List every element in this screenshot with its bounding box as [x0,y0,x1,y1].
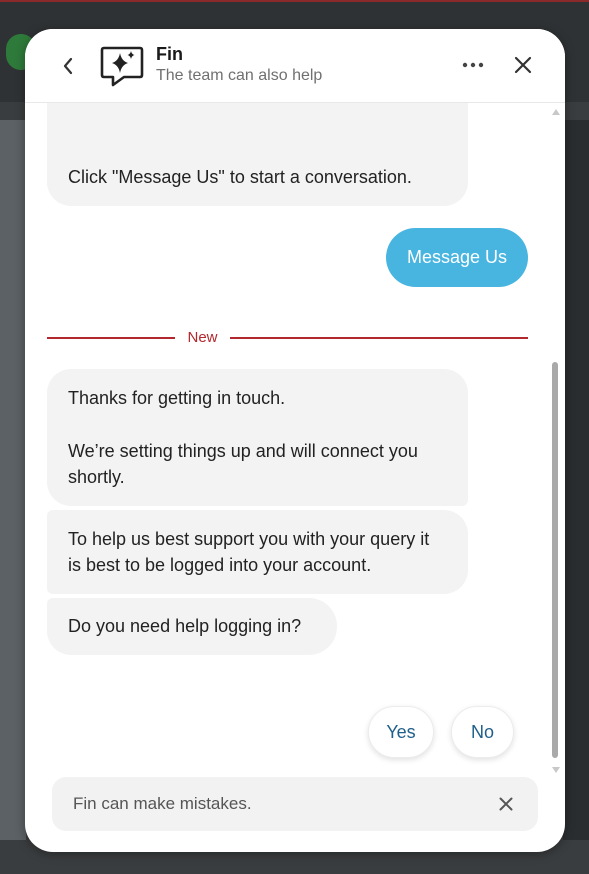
close-icon [499,797,513,811]
bot-message-text: We’re setting things up and will connect… [68,441,418,487]
chat-widget: Fin The team can also help Click "Messag… [25,29,565,852]
scroll-up-arrow-icon[interactable] [552,109,560,115]
scrollbar-thumb[interactable] [552,362,558,758]
bot-message-text: Click "Message Us" to start a conversati… [68,167,412,187]
background-panel-right [563,120,589,840]
chat-subtitle: The team can also help [156,67,323,84]
user-message[interactable]: Message Us [386,228,528,287]
sparkle-chat-icon [100,46,144,87]
disclaimer-text: Fin can make mistakes. [73,794,252,813]
scrollbar[interactable] [549,109,561,779]
chat-header: Fin The team can also help [25,29,565,103]
message-list[interactable]: Click "Message Us" to start a conversati… [25,103,565,773]
new-divider-line [230,337,528,339]
chevron-left-icon [63,57,73,75]
more-horizontal-icon [462,62,484,68]
chat-title: Fin [156,44,183,64]
dismiss-notice-button[interactable] [495,793,517,815]
bot-message: Do you need help logging in? [47,598,337,655]
more-options-button[interactable] [459,53,487,77]
quick-reply-yes-button[interactable]: Yes [368,706,434,758]
bot-message-text: To help us best support you with your qu… [68,529,430,575]
quick-reply-no-button[interactable]: No [451,706,514,758]
bot-message-text: Do you need help logging in? [68,616,302,636]
bot-message: To help us best support you with your qu… [47,510,468,594]
background-panel-left [0,120,26,840]
close-icon [514,56,532,74]
new-divider-label: New [187,329,218,346]
scroll-down-arrow-icon[interactable] [552,767,560,773]
disclaimer-notice: Fin can make mistakes. [52,777,538,831]
bot-message: Click "Message Us" to start a conversati… [47,103,468,206]
bot-message: Thanks for getting in touch. We’re setti… [47,369,468,506]
back-button[interactable] [53,51,83,81]
close-button[interactable] [509,51,537,79]
new-divider-line [47,337,175,339]
bot-message-text: Thanks for getting in touch. [68,388,286,408]
